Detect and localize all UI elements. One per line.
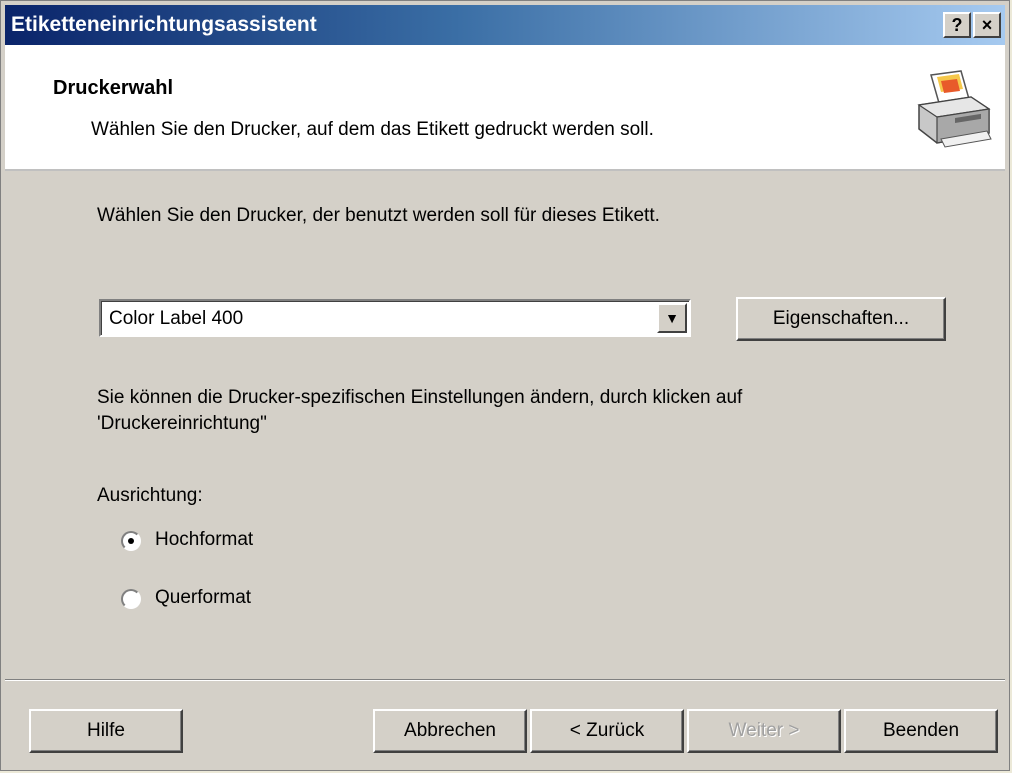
info-line-1: Sie können die Drucker-spezifischen Eins… <box>97 387 743 408</box>
radio-portrait-label[interactable]: Hochformat <box>155 529 253 551</box>
cancel-button[interactable]: Abbrechen <box>373 709 527 753</box>
radio-portrait-button[interactable] <box>121 531 141 551</box>
info-text: Sie können die Drucker-spezifischen Eins… <box>97 385 897 437</box>
next-button[interactable]: Weiter > <box>687 709 841 753</box>
printer-select-value: Color Label 400 <box>109 308 244 329</box>
orientation-label: Ausrichtung: <box>97 485 203 506</box>
radio-landscape-label[interactable]: Querformat <box>155 587 251 609</box>
chevron-down-icon[interactable]: ▼ <box>657 303 687 333</box>
radio-dot-icon <box>128 538 134 544</box>
help-question-icon[interactable]: ? <box>943 12 971 38</box>
page-title: Druckerwahl <box>53 77 174 99</box>
info-line-2: 'Druckereinrichtung" <box>97 413 267 434</box>
back-button[interactable]: < Zurück <box>530 709 684 753</box>
help-button[interactable]: Hilfe <box>29 709 183 753</box>
wizard-dialog: Etiketteneinrichtungsassistent ? × Druck… <box>0 0 1010 771</box>
printer-select[interactable]: Color Label 400 ▼ <box>99 299 691 337</box>
title-bar[interactable]: Etiketteneinrichtungsassistent ? × <box>5 5 1005 45</box>
close-icon[interactable]: × <box>973 12 1001 38</box>
window-title: Etiketteneinrichtungsassistent <box>11 13 317 36</box>
footer-separator <box>5 679 1005 681</box>
printer-icon <box>917 70 992 148</box>
page-subtitle: Wählen Sie den Drucker, auf dem das Etik… <box>91 119 654 140</box>
properties-button[interactable]: Eigenschaften... <box>736 297 946 341</box>
wizard-content: Wählen Sie den Drucker, der benutzt werd… <box>5 171 1005 671</box>
wizard-header: Druckerwahl Wählen Sie den Drucker, auf … <box>5 45 1005 171</box>
radio-landscape-button[interactable] <box>121 589 141 609</box>
finish-button[interactable]: Beenden <box>844 709 998 753</box>
intro-text: Wählen Sie den Drucker, der benutzt werd… <box>97 205 660 226</box>
